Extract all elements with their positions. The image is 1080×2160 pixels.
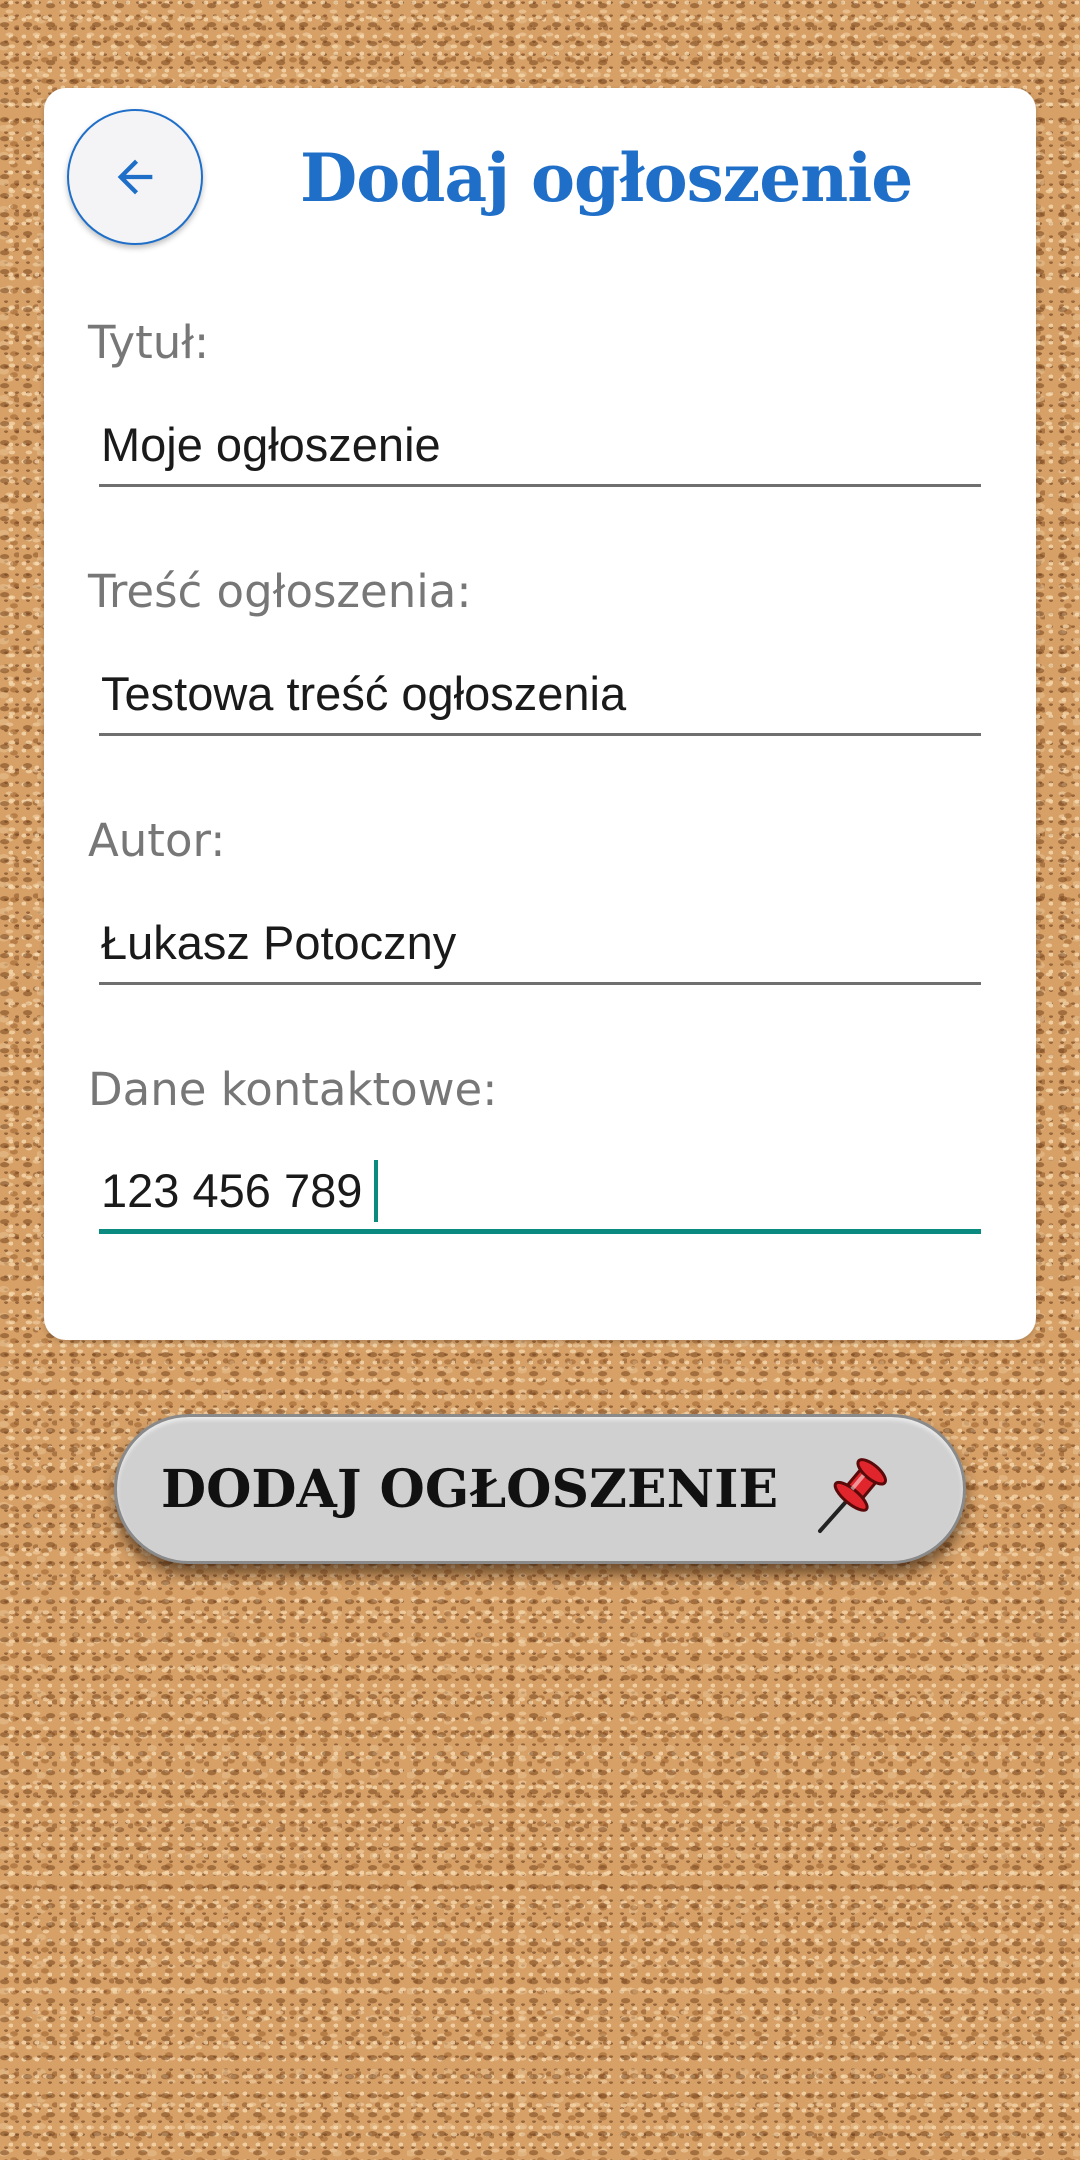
page-title: Dodaj ogłoszenie <box>300 139 913 217</box>
add-announcement-button[interactable]: DODAJ OGŁOSZENIE <box>114 1414 966 1564</box>
contact-label: Dane kontaktowe: <box>88 1063 498 1116</box>
title-input[interactable] <box>99 405 981 487</box>
author-input[interactable] <box>99 903 981 985</box>
contact-input[interactable] <box>99 1152 981 1234</box>
text-caret <box>374 1160 378 1222</box>
title-label: Tytuł: <box>88 316 210 369</box>
form-card: Dodaj ogłoszenie Tytuł: Treść ogłoszenia… <box>44 88 1036 1340</box>
add-announcement-label: DODAJ OGŁOSZENIE <box>161 1458 779 1520</box>
author-label: Autor: <box>88 814 226 867</box>
back-button[interactable] <box>67 109 203 245</box>
content-label: Treść ogłoszenia: <box>88 565 472 618</box>
content-input[interactable] <box>99 654 981 736</box>
pushpin-icon <box>818 1458 888 1533</box>
arrow-left-icon <box>117 159 153 195</box>
